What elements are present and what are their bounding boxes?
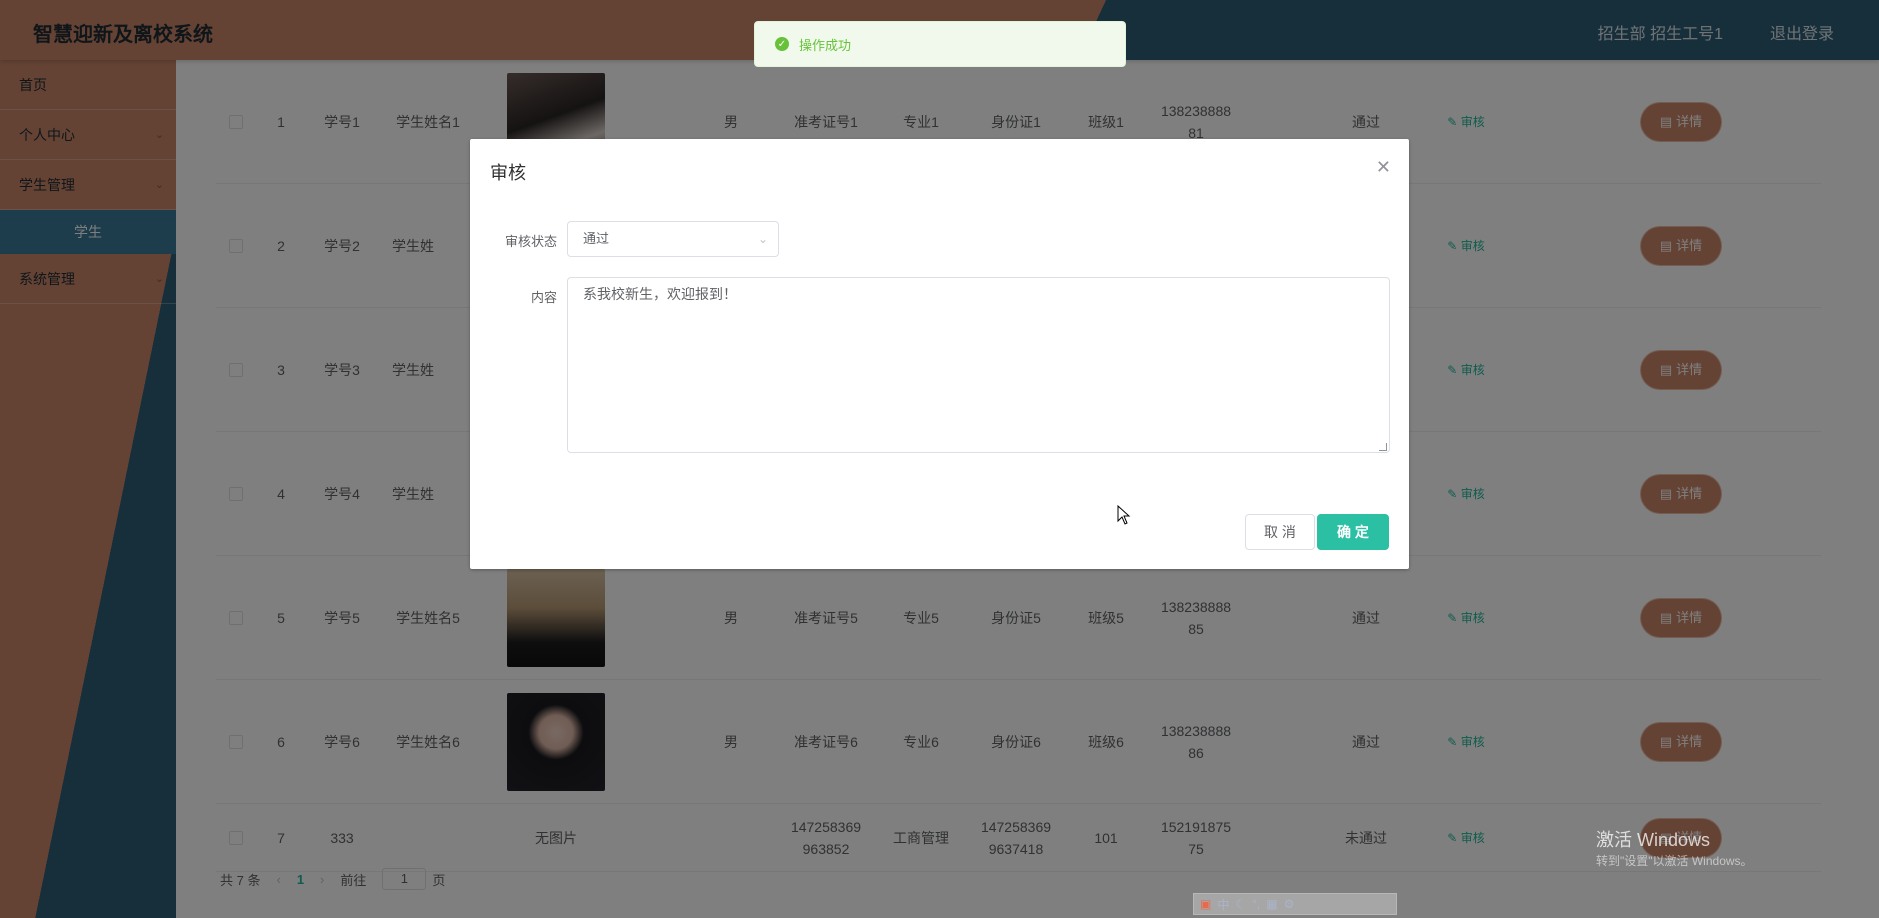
confirm-button[interactable]: 确 定 — [1317, 514, 1389, 550]
ime-logo-icon: ▣ — [1200, 897, 1212, 911]
chevron-down-icon: ⌄ — [757, 232, 768, 246]
close-icon[interactable]: ✕ — [1376, 157, 1391, 178]
ime-keyboard-icon: ▦ — [1266, 897, 1278, 911]
select-value: 通过 — [583, 231, 610, 246]
cancel-button[interactable]: 取 消 — [1245, 514, 1315, 550]
success-toast: ✓ 操作成功 — [754, 21, 1126, 67]
ime-moon-icon: ☾ — [1235, 897, 1247, 911]
audit-dialog: 审核 ✕ 审核状态 通过 ⌄ 内容 系我校新生，欢迎报到！ 取 消 确 定 — [470, 139, 1409, 569]
toast-message: 操作成功 — [799, 37, 852, 53]
ime-mode: 中 — [1217, 897, 1230, 912]
audit-status-select[interactable]: 通过 ⌄ — [567, 221, 779, 257]
activation-watermark: 激活 Windows — [1596, 830, 1711, 850]
content-textarea[interactable]: 系我校新生，欢迎报到！ — [567, 277, 1390, 453]
ime-punct-icon: °, — [1252, 897, 1261, 911]
audit-status-label: 审核状态 — [504, 234, 557, 249]
dialog-title: 审核 — [490, 163, 526, 183]
content-label: 内容 — [530, 290, 557, 305]
ime-settings-icon: ⚙ — [1283, 897, 1295, 911]
resize-grip-icon[interactable] — [1379, 443, 1387, 451]
ime-toolbar[interactable]: ▣ 中 ☾ °, ▦ ⚙ — [1193, 893, 1397, 915]
check-circle-icon: ✓ — [775, 37, 789, 51]
mouse-cursor-icon — [1117, 505, 1131, 525]
activation-watermark-sub: 转到"设置"以激活 Windows。 — [1596, 854, 1753, 868]
